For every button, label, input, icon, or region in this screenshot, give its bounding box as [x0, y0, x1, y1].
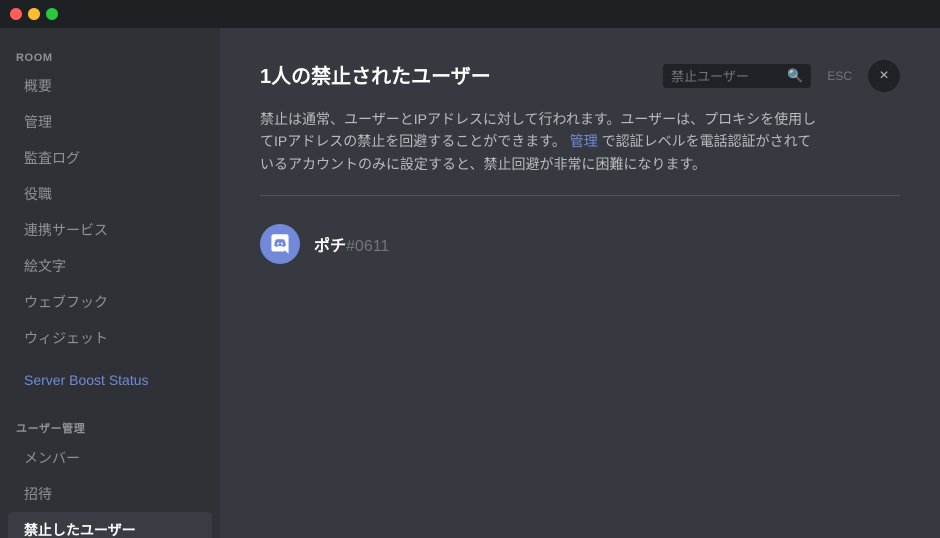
window-controls — [10, 8, 58, 20]
esc-label: ESC — [827, 69, 852, 83]
minimize-window-button[interactable] — [28, 8, 40, 20]
main-content: 1人の禁止されたユーザー 🔍 ESC × 禁止は通常、ユーザーとIPアドレスに対… — [220, 28, 940, 538]
sidebar: ROOM 概要 管理 監査ログ 役職 連携サービス 絵文字 ウェブフック ウィジ… — [0, 28, 220, 538]
sidebar-item-audit[interactable]: 監査ログ — [8, 140, 212, 176]
user-name: ポチ — [314, 238, 346, 255]
search-icon: 🔍 — [787, 68, 803, 84]
sidebar-item-roles[interactable]: 役職 — [8, 176, 212, 212]
sidebar-item-invites[interactable]: 招待 — [8, 476, 212, 512]
sidebar-item-manage[interactable]: 管理 — [8, 104, 212, 140]
app-layout: ROOM 概要 管理 監査ログ 役職 連携サービス 絵文字 ウェブフック ウィジ… — [0, 28, 940, 538]
close-window-button[interactable] — [10, 8, 22, 20]
header-right: 🔍 ESC × — [663, 60, 900, 92]
sidebar-item-widget[interactable]: ウィジェット — [8, 320, 212, 356]
user-discriminator: #0611 — [346, 238, 389, 255]
ban-description: 禁止は通常、ユーザーとIPアドレスに対して行われます。ユーザーは、プロキシを使用… — [260, 108, 820, 175]
sidebar-item-overview[interactable]: 概要 — [8, 68, 212, 104]
sidebar-item-webhook[interactable]: ウェブフック — [8, 284, 212, 320]
close-button[interactable]: × — [868, 60, 900, 92]
sidebar-item-bans[interactable]: 禁止したユーザー — [8, 512, 212, 538]
user-info: ポチ#0611 — [314, 232, 389, 256]
sidebar-item-boost[interactable]: Server Boost Status — [8, 364, 212, 396]
page-title: 1人の禁止されたユーザー — [260, 60, 491, 89]
description-link[interactable]: 管理 — [570, 133, 598, 149]
sidebar-item-members[interactable]: メンバー — [8, 440, 212, 476]
sidebar-item-emoji[interactable]: 絵文字 — [8, 248, 212, 284]
avatar — [260, 224, 300, 264]
content-header: 1人の禁止されたユーザー 🔍 ESC × — [260, 60, 900, 92]
sidebar-item-integr[interactable]: 連携サービス — [8, 212, 212, 248]
room-section-label: ROOM — [0, 44, 220, 68]
banned-user-item: ポチ#0611 — [260, 216, 900, 272]
content-divider — [260, 195, 900, 196]
search-input[interactable] — [671, 69, 781, 84]
search-box[interactable]: 🔍 — [663, 64, 811, 88]
user-mgmt-section-label: ユーザー管理 — [0, 412, 220, 440]
titlebar — [0, 0, 940, 28]
maximize-window-button[interactable] — [46, 8, 58, 20]
